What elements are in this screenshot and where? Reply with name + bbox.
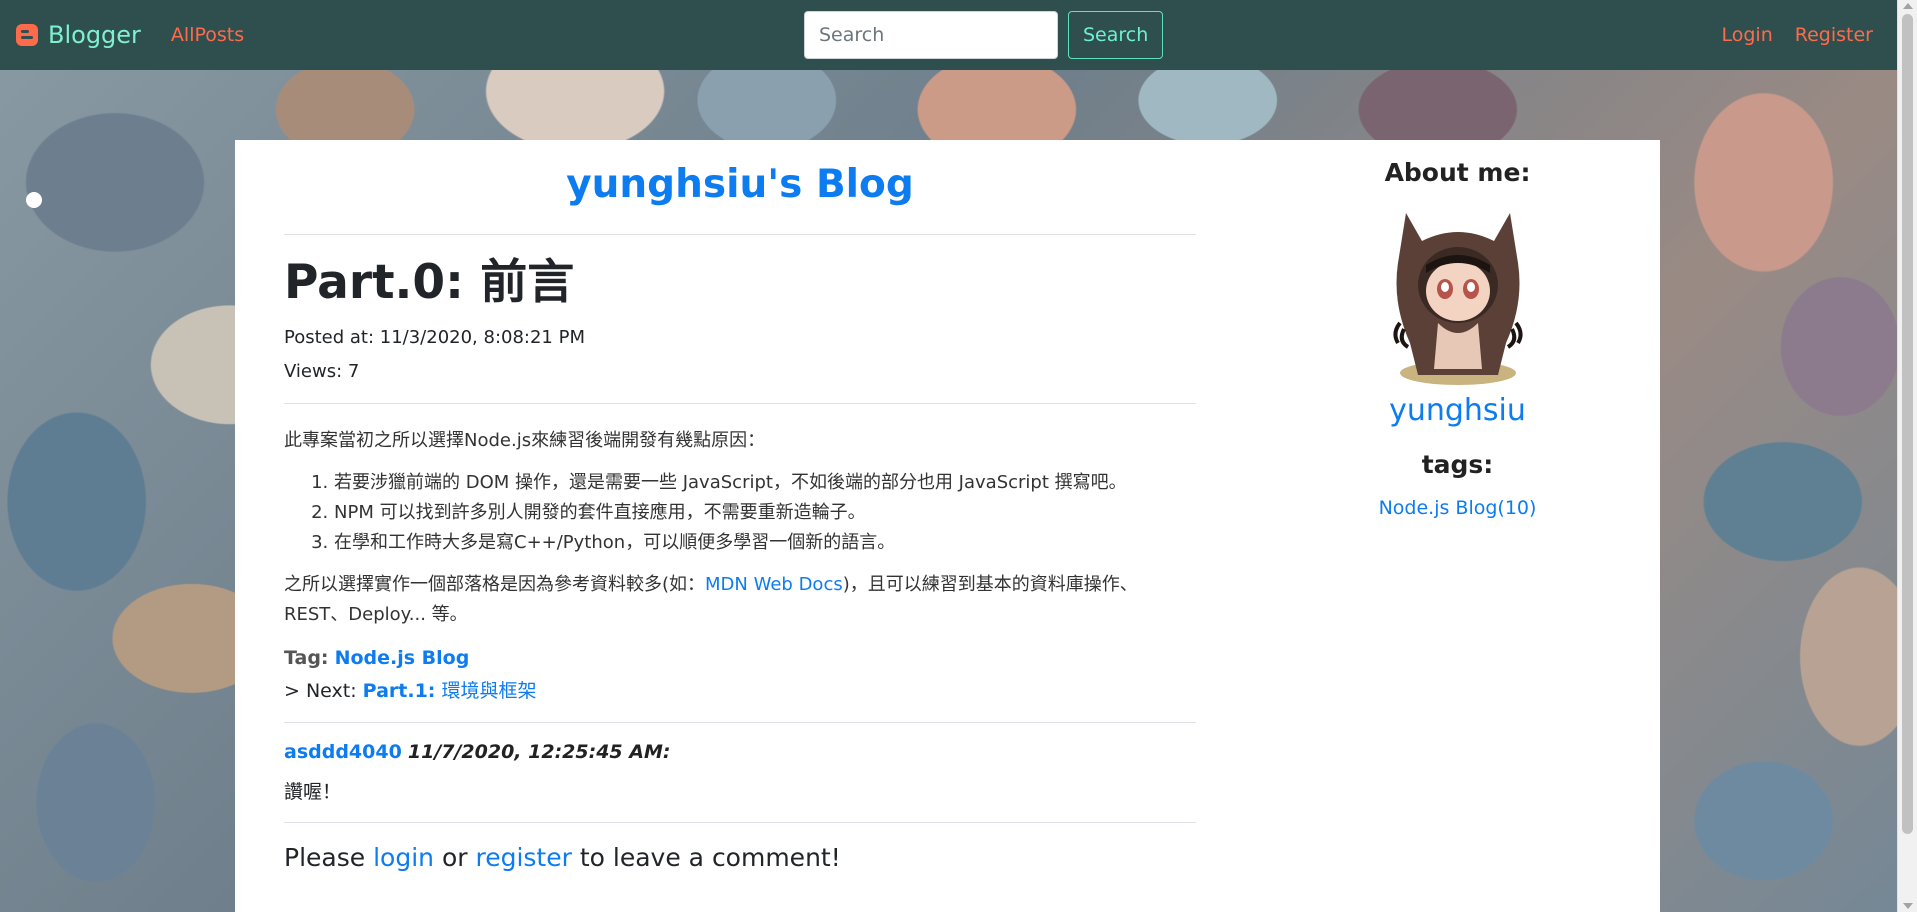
blog-title[interactable]: yunghsiu's Blog xyxy=(284,162,1196,214)
sidebar-tag-link[interactable]: Node.js Blog(10) xyxy=(1379,497,1537,519)
next-label: > Next: xyxy=(284,679,357,702)
post-paragraph-2: 之所以選擇實作一個部落格是因為參考資料較多(如：MDN Web Docs)，且可… xyxy=(284,570,1196,630)
comment-register-link[interactable]: register xyxy=(475,843,571,872)
posted-at: Posted at: 11/3/2020, 8:08:21 PM xyxy=(284,326,585,348)
leave-comment-prompt: Please login or register to leave a comm… xyxy=(284,843,1196,872)
comment: asddd4040 11/7/2020, 12:25:45 AM: 讚喔！ xyxy=(284,741,1196,804)
comment-colon: : xyxy=(662,740,671,763)
search-input[interactable] xyxy=(804,11,1058,59)
next-post-title: 環境與框架 xyxy=(441,679,537,702)
sidebar: About me: yunghsiu tags: Node.js Blog(10… xyxy=(1305,158,1610,519)
scrollbar-thumb[interactable] xyxy=(1902,14,1913,834)
post-intro: 此專案當初之所以選擇Node.js來練習後端開發有幾點原因： xyxy=(284,429,766,451)
post-content: yunghsiu's Blog Part.0: 前言 Posted at: 11… xyxy=(284,140,1196,872)
leave-rest: to leave a comment! xyxy=(579,842,841,872)
search-button[interactable]: Search xyxy=(1068,11,1164,59)
about-me-label: About me: xyxy=(1384,158,1531,187)
octocat-avatar-icon xyxy=(1392,213,1523,385)
scroll-down-arrow-icon[interactable] xyxy=(1903,903,1913,909)
tags-label: tags: xyxy=(1421,450,1494,479)
divider xyxy=(284,402,1196,404)
mdn-web-docs-link[interactable]: MDN Web Docs xyxy=(705,574,843,595)
login-link[interactable]: Login xyxy=(1722,24,1773,46)
background-decoration xyxy=(26,192,42,208)
comment-body: 讚喔！ xyxy=(284,780,342,803)
brand-link[interactable]: Blogger xyxy=(16,21,141,49)
navbar: Blogger AllPosts Search Login Register xyxy=(0,0,1897,70)
blogger-icon xyxy=(16,24,38,46)
list-item: 在學和工作時大多是寫C++/Python，可以順便多學習一個新的語言。 xyxy=(334,528,1196,558)
leave-or: or xyxy=(441,842,468,872)
nav-allposts-link[interactable]: AllPosts xyxy=(171,24,244,46)
leave-please: Please xyxy=(284,842,366,872)
comment-login-link[interactable]: login xyxy=(373,843,434,872)
list-item: 若要涉獵前端的 DOM 操作，還是需要一些 JavaScript，不如後端的部分… xyxy=(334,468,1196,498)
divider xyxy=(284,234,1196,235)
post-body: 此專案當初之所以選擇Node.js來練習後端開發有幾點原因： 若要涉獵前端的 D… xyxy=(284,426,1196,630)
nav-auth-links: Login Register xyxy=(1700,0,1874,70)
register-link[interactable]: Register xyxy=(1795,24,1873,46)
sidebar-username-link[interactable]: yunghsiu xyxy=(1389,393,1526,428)
comment-time: 11/7/2020, 12:25:45 AM xyxy=(407,740,663,763)
next-post-link[interactable]: Part.1: 環境與框架 xyxy=(363,680,537,702)
post-meta: Posted at: 11/3/2020, 8:08:21 PM Views: … xyxy=(284,321,1196,389)
page-scrollbar[interactable] xyxy=(1897,0,1917,912)
octocat-avatar[interactable] xyxy=(1378,193,1538,389)
reasons-list: 若要涉獵前端的 DOM 操作，還是需要一些 JavaScript，不如後端的部分… xyxy=(284,468,1196,558)
post-tag-link[interactable]: Node.js Blog xyxy=(335,647,470,669)
para2-text-before: 之所以選擇實作一個部落格是因為參考資料較多(如： xyxy=(284,573,706,595)
next-post-part: Part.1: xyxy=(362,679,436,702)
divider xyxy=(284,821,1196,823)
tag-label: Tag: xyxy=(284,646,329,669)
post-tag-line: Tag: Node.js Blog > Next: Part.1: 環境與框架 xyxy=(284,642,1196,708)
main-panel: yunghsiu's Blog Part.0: 前言 Posted at: 11… xyxy=(235,140,1660,912)
post-title: Part.0: 前言 xyxy=(284,255,575,310)
list-item: NPM 可以找到許多別人開發的套件直接應用，不需要重新造輪子。 xyxy=(334,498,1196,528)
divider xyxy=(284,721,1196,723)
search-form: Search xyxy=(804,11,1164,59)
scroll-up-arrow-icon[interactable] xyxy=(1903,3,1913,9)
next-post-line: > Next: Part.1: 環境與框架 xyxy=(284,675,1196,708)
views-count: Views: 7 xyxy=(284,360,360,382)
comment-author-link[interactable]: asddd4040 xyxy=(284,741,402,763)
brand-label: Blogger xyxy=(48,21,141,49)
